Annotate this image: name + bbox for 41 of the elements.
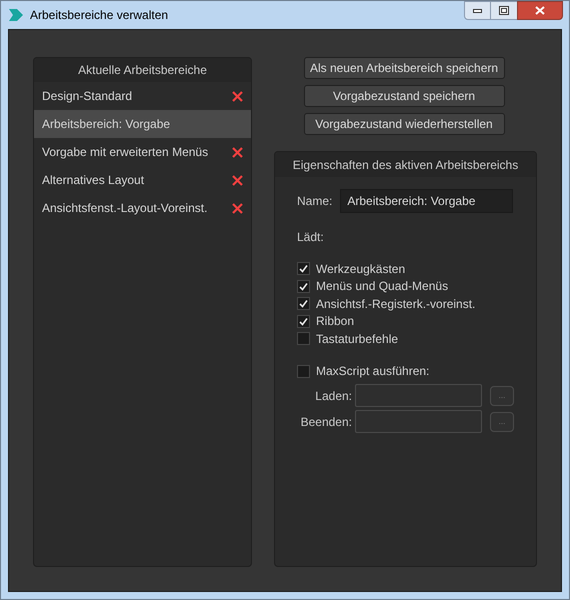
action-button[interactable]: Vorgabezustand wiederherstellen — [304, 113, 504, 135]
workspace-item[interactable]: Vorgabe mit erweiterten Menüs — [34, 138, 251, 166]
panel-header: Aktuelle Arbeitsbereiche — [34, 58, 251, 82]
panel-header: Eigenschaften des aktiven Arbeitsbereichs — [275, 152, 536, 177]
script-label: Laden: — [314, 388, 352, 404]
checkbox[interactable] — [297, 297, 310, 310]
minimize-button[interactable] — [464, 1, 491, 20]
checkbox-label: Werkzeugkästen — [316, 260, 406, 278]
maximize-button[interactable] — [491, 1, 517, 20]
checkbox[interactable] — [297, 314, 310, 328]
minimize-icon — [473, 8, 482, 12]
checkbox[interactable] — [297, 280, 310, 293]
delete-icon[interactable] — [232, 174, 243, 186]
workspace-item[interactable]: Ansichtsfenst.-Layout-Voreinst. — [34, 194, 251, 222]
delete-icon[interactable] — [232, 202, 243, 214]
workspace-item[interactable]: Design-Standard — [34, 82, 251, 110]
action-button[interactable]: Als neuen Arbeitsbereich speichern — [304, 57, 504, 79]
checkbox-label: Ribbon — [316, 313, 354, 330]
action-button[interactable]: Vorgabezustand speichern — [304, 85, 504, 107]
name-field[interactable]: Arbeitsbereich: Vorgabe — [340, 189, 514, 213]
script-path-field[interactable] — [355, 384, 482, 407]
maximize-icon — [499, 6, 509, 15]
checkbox[interactable] — [297, 332, 310, 346]
delete-icon[interactable] — [232, 90, 243, 102]
workspace-item[interactable]: Alternatives Layout — [34, 166, 251, 194]
checkbox-label: Ansichtsf.-Registerk.-voreinst. — [316, 296, 476, 313]
checkbox-label: MaxScript ausführen: — [316, 363, 430, 380]
close-icon — [535, 6, 545, 15]
checkbox-label: Tastaturbefehle — [316, 330, 398, 348]
app-logo-icon — [8, 7, 24, 23]
name-label: Name: — [297, 193, 332, 210]
script-label: Beenden: — [300, 414, 352, 430]
checkbox[interactable] — [297, 364, 310, 378]
script-path-field[interactable] — [355, 410, 482, 433]
window-title: Arbeitsbereiche verwalten — [30, 7, 168, 24]
workspace-item[interactable]: Arbeitsbereich: Vorgabe — [34, 110, 251, 138]
checkbox[interactable] — [297, 262, 310, 276]
close-button[interactable] — [517, 1, 563, 20]
loads-label: Lädt: — [297, 229, 325, 246]
checkbox-label: Menüs und Quad-Menüs — [316, 278, 448, 296]
delete-icon[interactable] — [232, 146, 243, 158]
